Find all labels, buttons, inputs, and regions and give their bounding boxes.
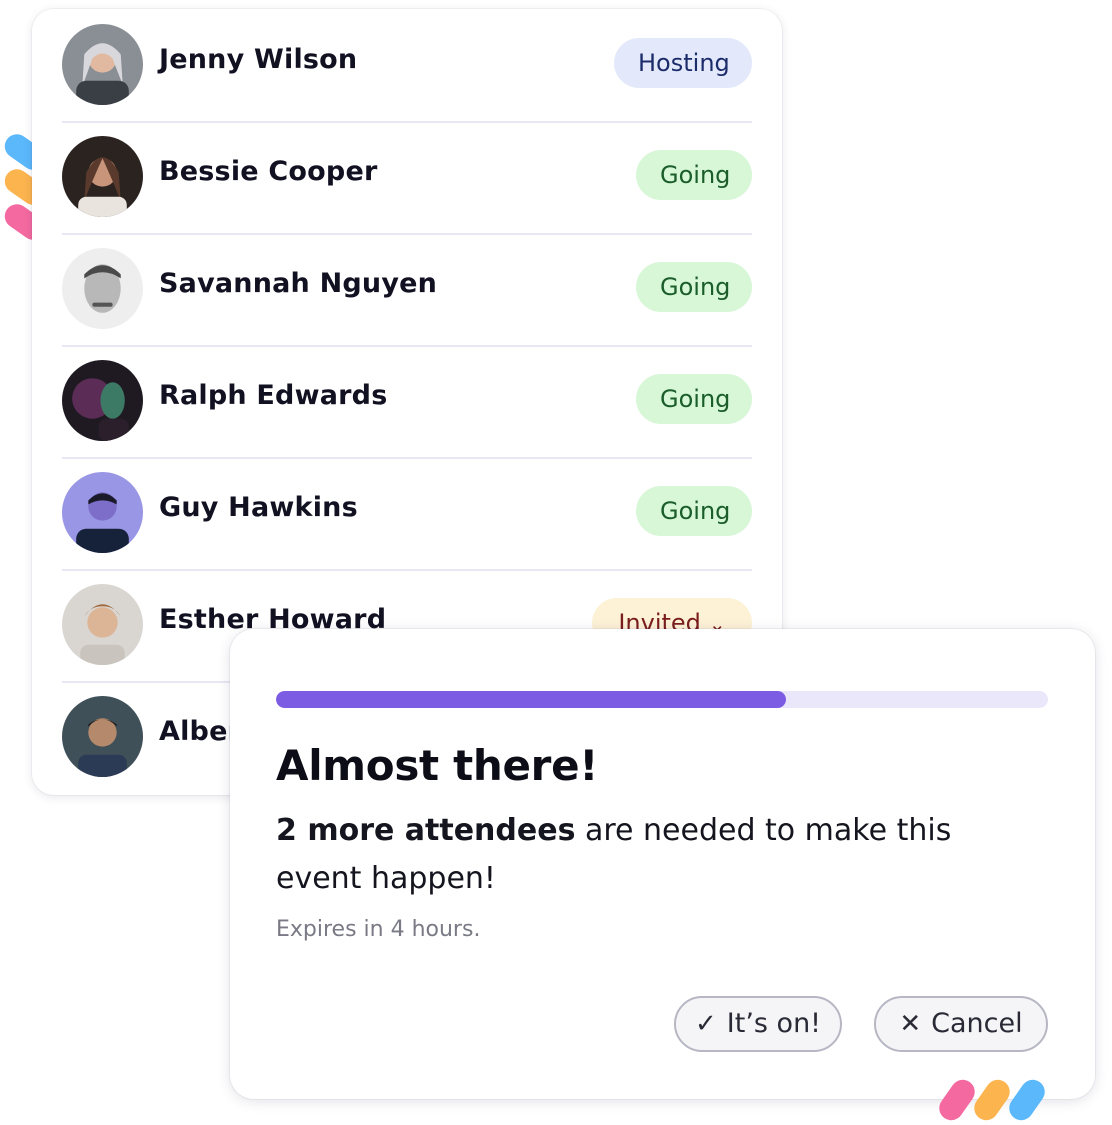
close-icon: ✕ — [899, 1009, 922, 1039]
status-badge: Hosting — [614, 38, 752, 88]
avatar — [62, 472, 143, 553]
attendee-name: Jenny Wilson — [159, 44, 358, 75]
avatar — [62, 584, 143, 665]
its-on-label: It’s on! — [726, 1008, 822, 1039]
avatar — [62, 696, 143, 777]
attendee-row[interactable]: Bessie Cooper Going — [62, 121, 752, 233]
avatar — [62, 248, 143, 329]
attendee-name: Guy Hawkins — [159, 492, 358, 523]
cancel-label: Cancel — [931, 1008, 1023, 1039]
attendee-name: Bessie Cooper — [159, 156, 378, 187]
attendee-row[interactable]: Jenny Wilson Hosting — [62, 9, 752, 121]
attendees-needed: 2 more attendees — [276, 813, 576, 848]
expiry-text: Expires in 4 hours. — [276, 917, 481, 942]
dialog-body: 2 more attendees are needed to make this… — [276, 807, 996, 903]
its-on-button[interactable]: ✓ It’s on! — [674, 996, 842, 1052]
status-badge: Going — [636, 374, 752, 424]
avatar — [62, 136, 143, 217]
attendee-name: Ralph Edwards — [159, 380, 388, 411]
progress-bar — [276, 691, 1048, 708]
avatar — [62, 24, 143, 105]
status-badge: Going — [636, 262, 752, 312]
almost-there-dialog: Almost there! 2 more attendees are neede… — [230, 629, 1095, 1099]
progress-fill — [276, 691, 786, 708]
avatar — [62, 360, 143, 441]
divider — [62, 569, 752, 571]
status-badge: Going — [636, 486, 752, 536]
attendee-row[interactable]: Guy Hawkins Going — [62, 457, 752, 569]
status-badge: Going — [636, 150, 752, 200]
divider — [62, 345, 752, 347]
check-icon: ✓ — [694, 1009, 717, 1039]
divider — [62, 121, 752, 123]
dialog-title: Almost there! — [276, 741, 599, 790]
attendee-row[interactable]: Savannah Nguyen Going — [62, 233, 752, 345]
divider — [62, 233, 752, 235]
attendee-row[interactable]: Ralph Edwards Going — [62, 345, 752, 457]
divider — [62, 457, 752, 459]
attendee-name: Savannah Nguyen — [159, 268, 438, 299]
cancel-button[interactable]: ✕ Cancel — [874, 996, 1048, 1052]
